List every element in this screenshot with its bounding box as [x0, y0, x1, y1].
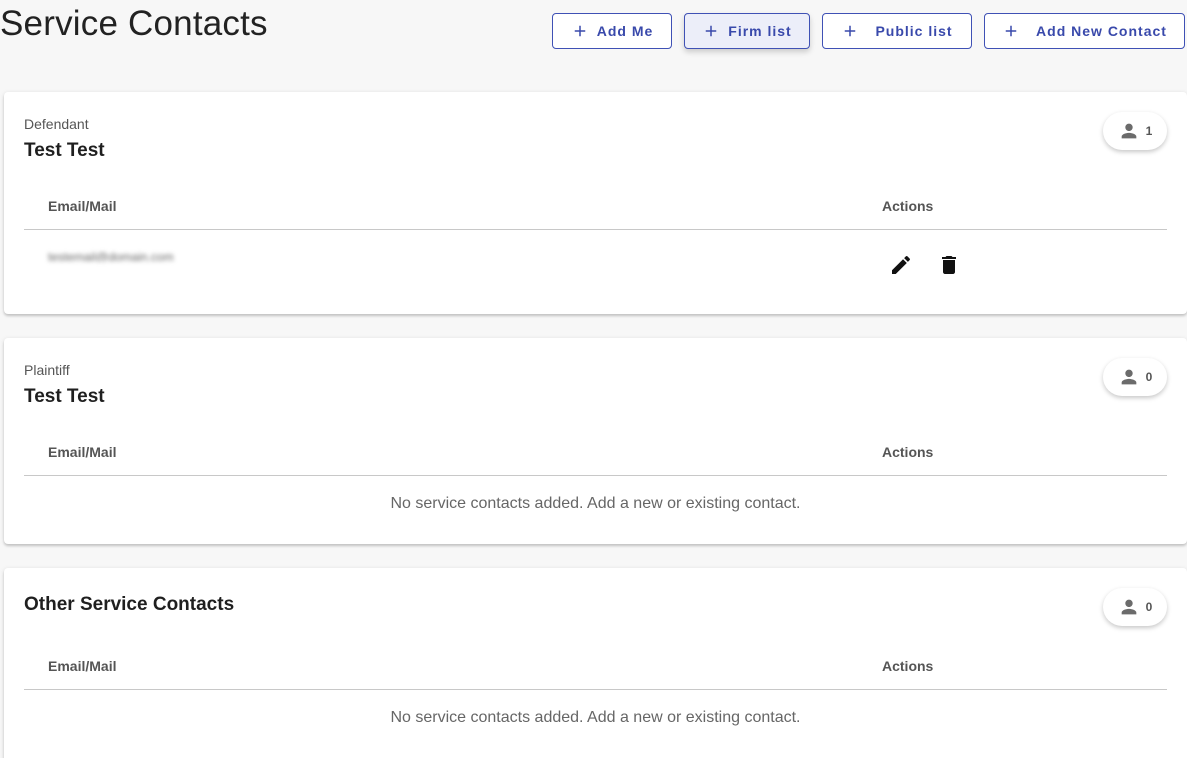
party-role: Plaintiff [24, 362, 70, 378]
person-icon [1121, 123, 1136, 139]
firm-list-label: Firm list [728, 23, 792, 39]
contact-count-badge[interactable]: 0 [1103, 588, 1167, 626]
section-title: Other Service Contacts [24, 594, 235, 615]
service-contacts-page: Service Contacts Add Me Firm list Public… [0, 0, 1187, 758]
contact-count: 1 [1145, 124, 1153, 138]
public-list-button[interactable]: Public list [822, 13, 972, 49]
actions-column-header: Actions [882, 198, 934, 214]
empty-state-message: No service contacts added. Add a new or … [390, 709, 801, 726]
header-divider [24, 475, 1167, 476]
header-divider [24, 689, 1167, 690]
plus-icon [574, 25, 585, 37]
email-column-header: Email/Mail [48, 198, 117, 214]
email-column-header: Email/Mail [48, 658, 117, 674]
person-icon [1121, 369, 1136, 385]
empty-state-message: No service contacts added. Add a new or … [390, 495, 801, 512]
toolbar: Add Me Firm list Public list Add New Con… [0, 13, 1187, 49]
email-column-header: Email/Mail [48, 444, 117, 460]
firm-list-button[interactable]: Firm list [684, 13, 810, 49]
contact-count-badge[interactable]: 1 [1103, 112, 1167, 150]
trash-icon [942, 256, 956, 274]
add-me-button[interactable]: Add Me [552, 13, 672, 49]
add-new-contact-button[interactable]: Add New Contact [984, 13, 1185, 49]
contact-count: 0 [1145, 370, 1153, 384]
service-contact-card-defendant: Defendant Test Test 1 Email/Mail Actions… [4, 92, 1187, 314]
party-name: Test Test [24, 140, 105, 161]
add-new-contact-label: Add New Contact [1036, 23, 1167, 39]
plus-icon [1005, 25, 1017, 37]
edit-contact-button[interactable] [888, 252, 914, 278]
actions-column-header: Actions [882, 444, 934, 460]
plus-icon [845, 25, 856, 37]
contact-email: testemail@domain.com [48, 250, 174, 262]
contact-count: 0 [1145, 600, 1153, 614]
header-divider [24, 229, 1167, 230]
service-contact-card-other: Other Service Contacts 0 Email/Mail Acti… [4, 568, 1187, 758]
plus-icon [706, 25, 717, 37]
service-contact-card-plaintiff: Plaintiff Test Test 0 Email/Mail Actions… [4, 338, 1187, 544]
delete-contact-button[interactable] [936, 252, 962, 278]
person-icon [1121, 599, 1136, 615]
party-name: Test Test [24, 386, 105, 407]
contact-count-badge[interactable]: 0 [1103, 358, 1167, 396]
party-role: Defendant [24, 116, 89, 132]
pencil-icon [892, 255, 911, 274]
actions-column-header: Actions [882, 658, 934, 674]
add-me-label: Add Me [596, 23, 654, 39]
public-list-label: Public list [875, 23, 953, 39]
